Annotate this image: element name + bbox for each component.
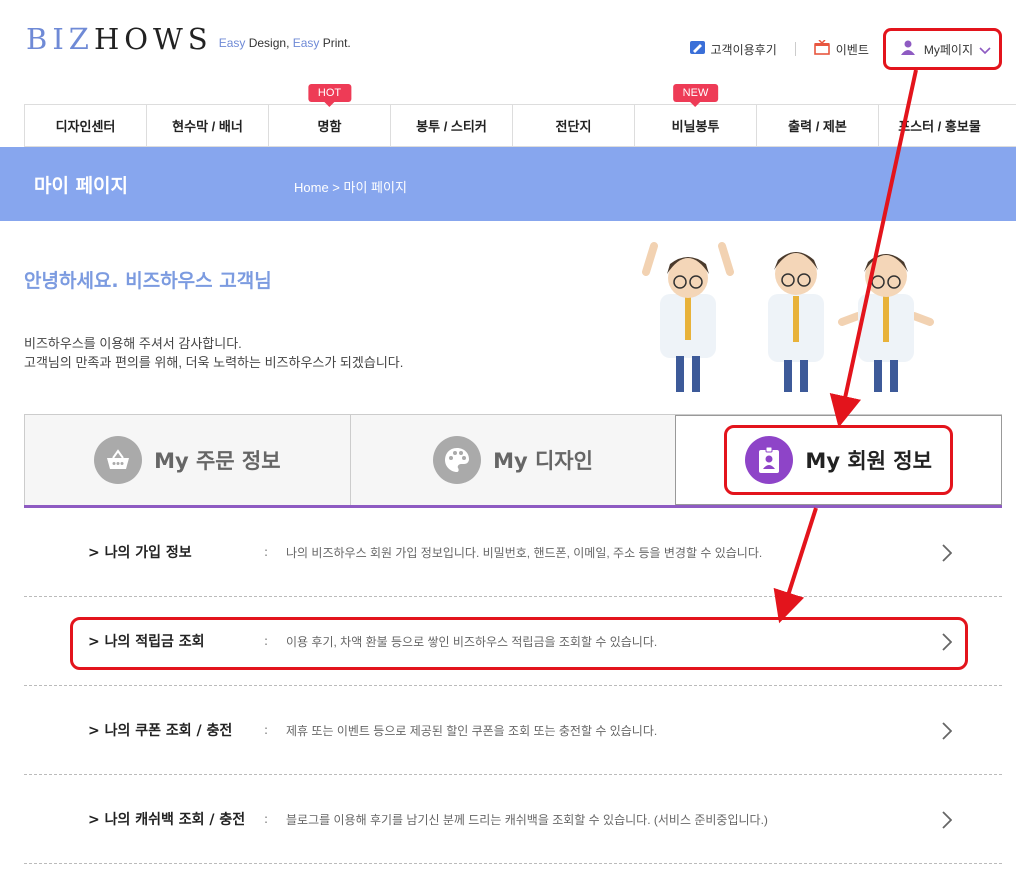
list-item-desc: 제휴 또는 이벤트 등으로 제공된 할인 쿠폰을 조회 또는 충전할 수 있습니… xyxy=(286,723,658,738)
list-colon: : xyxy=(264,545,269,559)
logo-wordmark: BIZHOWS xyxy=(26,22,213,56)
divider xyxy=(794,42,796,56)
mascot-2 xyxy=(768,252,824,392)
review-link[interactable]: 고객이용후기 xyxy=(689,40,777,58)
mypage-tabs: My 주문 정보 My 디자인 My 회원 정보 xyxy=(24,414,1003,506)
review-label: 고객이용후기 xyxy=(710,42,777,57)
member-badge-icon xyxy=(745,436,794,484)
list-item-desc: 블로그를 이용해 후기를 남기신 분께 드리는 캐쉬백을 조회할 수 있습니다.… xyxy=(286,812,768,827)
tab-my-design[interactable]: My 디자인 xyxy=(349,415,676,505)
list-item-title: > 나의 캐쉬백 조회 / 충전 xyxy=(88,812,246,828)
tab-label: My 주문 정보 xyxy=(154,449,281,473)
nav-label: 비닐봉투 xyxy=(671,119,720,134)
event-label: 이벤트 xyxy=(835,42,869,57)
review-icon xyxy=(689,40,705,58)
chevron-down-icon xyxy=(979,40,991,59)
header: BIZHOWS Easy Design, Easy Print. 고객이용후기 … xyxy=(0,0,1016,104)
user-icon xyxy=(900,39,916,59)
nav-label: 디자인센터 xyxy=(55,119,116,134)
nav-item-business-card[interactable]: HOT 명함 xyxy=(268,84,390,146)
mascot-3 xyxy=(838,254,934,392)
event-link[interactable]: 이벤트 xyxy=(813,39,869,58)
main-nav: 디자인센터 현수막 / 배너 HOT 명함 봉투 / 스티커 전단지 NEW 비닐봉… xyxy=(24,84,1016,147)
nav-item-flyer[interactable]: 전단지 xyxy=(512,105,634,146)
nav-label: 전단지 xyxy=(555,119,592,134)
tab-label: My 회원 정보 xyxy=(805,449,932,473)
nav-item-design-center[interactable]: 디자인센터 xyxy=(24,105,146,146)
member-info-list: > 나의 가입 정보 : 나의 비즈하우스 회원 가입 정보입니다. 비밀번호,… xyxy=(24,508,1002,864)
nav-label: 명함 xyxy=(317,119,342,134)
new-badge: NEW xyxy=(672,84,719,107)
gift-icon xyxy=(813,39,830,58)
chevron-right-icon[interactable] xyxy=(942,544,953,566)
palette-icon xyxy=(433,436,482,484)
hot-badge: HOT xyxy=(307,84,352,107)
breadcrumb[interactable]: Home > 마이 페이지 xyxy=(294,177,407,196)
list-item-join-info[interactable]: > 나의 가입 정보 : 나의 비즈하우스 회원 가입 정보입니다. 비밀번호,… xyxy=(24,508,1002,597)
nav-label: 포스터 / 홍보물 xyxy=(898,119,981,134)
list-item-title: > 나의 가입 정보 xyxy=(88,545,192,561)
nav-item-envelope[interactable]: 봉투 / 스티커 xyxy=(390,105,512,146)
points-row-highlight xyxy=(70,617,968,670)
nav-item-poster[interactable]: 포스터 / 홍보물 xyxy=(878,105,1000,146)
chevron-right-icon[interactable] xyxy=(942,722,953,744)
logo-tagline: Easy Design, Easy Print. xyxy=(218,36,351,50)
list-item-title: > 나의 쿠폰 조회 / 충전 xyxy=(88,723,233,739)
mypage-button[interactable]: My페이지 xyxy=(882,28,1002,70)
nav-item-print[interactable]: 출력 / 제본 xyxy=(756,105,878,146)
mascot-1 xyxy=(642,242,734,392)
greeting-headline: 안녕하세요. 비즈하우스 고객님 xyxy=(24,270,272,292)
list-colon: : xyxy=(264,812,269,826)
greeting-intro: 비즈하우스를 이용해 주셔서 감사합니다. 고객님의 만족과 편의를 위해, 더… xyxy=(24,334,403,372)
nav-label: 봉투 / 스티커 xyxy=(416,119,487,134)
tab-my-order[interactable]: My 주문 정보 xyxy=(24,415,350,505)
nav-item-vinyl-bag[interactable]: NEW 비닐봉투 xyxy=(634,84,756,146)
nav-label: 출력 / 제본 xyxy=(788,119,847,134)
top-links: 고객이용후기 이벤트 My페이지 xyxy=(689,28,1002,70)
list-colon: : xyxy=(264,723,269,737)
nav-label: 현수막 / 배너 xyxy=(172,119,243,134)
page-banner: 마이 페이지 Home > 마이 페이지 xyxy=(0,147,1016,221)
list-item-desc: 나의 비즈하우스 회원 가입 정보입니다. 비밀번호, 핸드폰, 이메일, 주소… xyxy=(286,545,763,560)
intro-line: 고객님의 만족과 편의를 위해, 더욱 노력하는 비즈하우스가 되겠습니다. xyxy=(24,355,404,370)
list-item-cashback[interactable]: > 나의 캐쉬백 조회 / 충전 : 블로그를 이용해 후기를 남기신 분께 드… xyxy=(24,775,1002,864)
tab-highlight: My 회원 정보 xyxy=(724,425,953,495)
nav-item-banner[interactable]: 현수막 / 배너 xyxy=(146,105,268,146)
chevron-right-icon[interactable] xyxy=(942,811,953,833)
logo[interactable]: BIZHOWS Easy Design, Easy Print. xyxy=(26,22,351,56)
tab-label: My 디자인 xyxy=(493,449,593,473)
list-item-coupon[interactable]: > 나의 쿠폰 조회 / 충전 : 제휴 또는 이벤트 등으로 제공된 할인 쿠… xyxy=(24,686,1002,775)
tab-my-member-info[interactable]: My 회원 정보 xyxy=(675,415,1003,505)
page-title: 마이 페이지 xyxy=(34,175,129,197)
intro-line: 비즈하우스를 이용해 주셔서 감사합니다. xyxy=(24,336,242,351)
basket-icon xyxy=(94,436,143,484)
mascot-illustration xyxy=(642,242,934,392)
mypage-label: My페이지 xyxy=(923,42,973,57)
